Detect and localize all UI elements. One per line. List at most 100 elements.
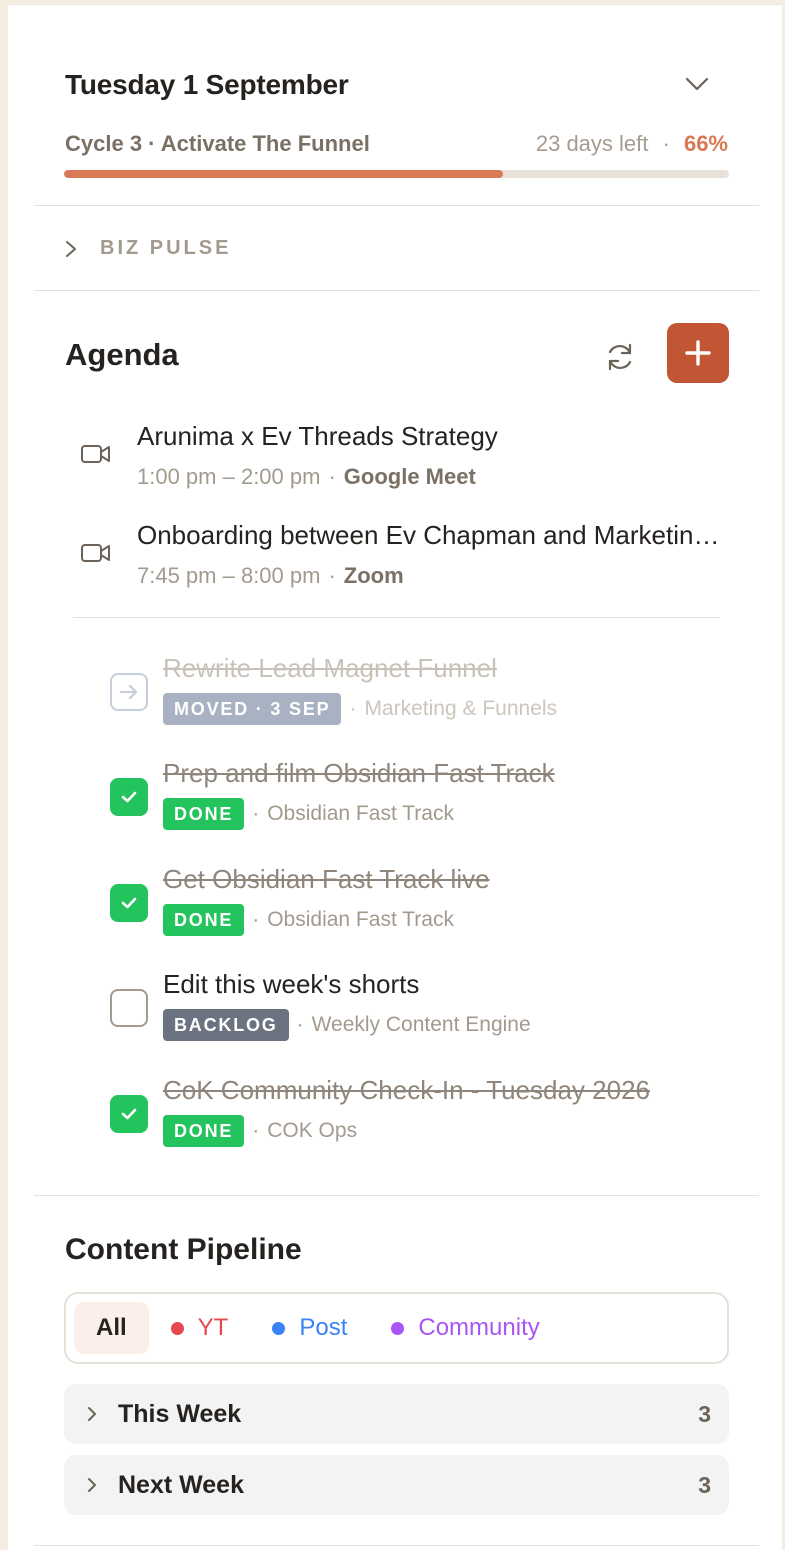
cycle-percent: 66% <box>683 131 728 156</box>
agenda-event[interactable]: Arunima x Ev Threads Strategy 1:00 pm – … <box>80 421 730 501</box>
event-time: 7:45 pm – 8:00 pm <box>137 563 321 588</box>
task-project: · Obsidian Fast Track <box>252 802 454 826</box>
chevron-down-icon <box>685 77 709 91</box>
task-item: Get Obsidian Fast Track live DONE · Obsid… <box>110 864 730 944</box>
separator: · <box>328 563 336 588</box>
project-name: Obsidian Fast Track <box>267 802 454 825</box>
divider <box>73 617 720 618</box>
separator: · <box>252 1119 260 1142</box>
separator: · <box>296 1013 304 1036</box>
divider <box>34 290 759 291</box>
status-badge: BACKLOG <box>163 1009 289 1041</box>
event-time: 1:00 pm – 2:00 pm <box>137 464 321 489</box>
sync-button[interactable] <box>598 335 642 379</box>
daily-panel: Tuesday 1 September Cycle 3 · Activate T… <box>8 4 782 1550</box>
separator: · <box>328 464 336 489</box>
task-project: · COK Ops <box>252 1119 357 1143</box>
filter-post[interactable]: Post <box>250 1302 369 1354</box>
group-count: 3 <box>698 1471 711 1498</box>
task-checkbox[interactable] <box>110 1095 148 1133</box>
filter-yt[interactable]: YT <box>149 1302 251 1354</box>
checkmark-icon <box>121 897 137 909</box>
task-checkbox[interactable] <box>110 884 148 922</box>
task-project: · Weekly Content Engine <box>297 1013 531 1037</box>
chevron-right-icon <box>66 240 76 257</box>
event-title: Onboarding between Ev Chapman and Market… <box>137 520 727 550</box>
filter-label: Post <box>299 1314 348 1341</box>
task-checkbox[interactable] <box>110 778 148 816</box>
task-item: Edit this week's shorts BACKLOG · Weekly … <box>110 969 730 1049</box>
biz-pulse-toggle[interactable]: BIZ PULSE <box>64 237 231 260</box>
task-project: · Obsidian Fast Track <box>252 908 454 932</box>
arrow-right-icon <box>119 684 138 700</box>
filter-all[interactable]: All <box>74 1302 149 1354</box>
project-name: Obsidian Fast Track <box>267 908 454 931</box>
event-location[interactable]: Zoom <box>344 563 404 588</box>
task-meta: DONE · Obsidian Fast Track <box>163 798 454 830</box>
project-name: Marketing & Funnels <box>364 697 558 720</box>
cycle-progress-fill <box>64 170 503 178</box>
group-this-week[interactable]: This Week 3 <box>64 1384 729 1444</box>
group-label: Next Week <box>118 1470 244 1499</box>
task-item: CoK Community Check-In - Tuesday 2026 DO… <box>110 1075 730 1155</box>
task-checkbox[interactable] <box>110 989 148 1027</box>
yt-dot-icon <box>170 1321 184 1335</box>
chevron-right-icon <box>86 1405 98 1423</box>
collapse-button[interactable] <box>680 67 714 101</box>
task-item: Prep and film Obsidian Fast Track DONE ·… <box>110 758 730 838</box>
task-title[interactable]: Get Obsidian Fast Track live <box>163 864 490 895</box>
task-item: Rewrite Lead Magnet Funnel MOVED · 3 SEP… <box>110 653 730 733</box>
task-meta: DONE · Obsidian Fast Track <box>163 904 454 936</box>
filter-label: All <box>96 1314 127 1341</box>
task-meta: BACKLOG · Weekly Content Engine <box>163 1009 531 1041</box>
video-camera-icon <box>81 544 110 562</box>
event-meta: 1:00 pm – 2:00 pm · Google Meet <box>137 464 476 490</box>
status-badge: DONE <box>163 1115 245 1147</box>
task-title[interactable]: Edit this week's shorts <box>163 969 419 1000</box>
agenda-event[interactable]: Onboarding between Ev Chapman and Market… <box>80 520 730 600</box>
page-title: Tuesday 1 September <box>65 69 349 100</box>
group-next-week[interactable]: Next Week 3 <box>64 1455 729 1515</box>
cycle-label: Cycle 3 · Activate The Funnel <box>65 131 370 156</box>
checkmark-icon <box>121 791 137 803</box>
status-badge: DONE <box>163 904 245 936</box>
refresh-icon <box>608 343 632 371</box>
separator: · <box>662 131 670 156</box>
task-moved-indicator[interactable] <box>110 673 148 711</box>
video-camera-icon <box>81 445 110 463</box>
filter-label: YT <box>197 1314 229 1341</box>
divider <box>34 1195 759 1196</box>
chevron-right-icon <box>86 1476 98 1494</box>
cycle-status: 23 days left · 66% <box>536 131 728 157</box>
divider <box>34 205 759 206</box>
task-title[interactable]: Prep and film Obsidian Fast Track <box>163 758 555 789</box>
project-name: Weekly Content Engine <box>311 1013 531 1036</box>
post-dot-icon <box>272 1321 286 1335</box>
divider <box>34 1545 759 1546</box>
task-project: · Marketing & Funnels <box>349 697 557 721</box>
cycle-progress-bar <box>64 170 729 178</box>
checkmark-icon <box>121 1108 137 1120</box>
group-label: This Week <box>118 1399 242 1428</box>
project-name: COK Ops <box>267 1119 358 1142</box>
separator: · <box>252 802 260 825</box>
status-badge: DONE <box>163 798 245 830</box>
task-meta: DONE · COK Ops <box>163 1115 357 1147</box>
task-title[interactable]: Rewrite Lead Magnet Funnel <box>163 653 497 684</box>
pipeline-filter-bar: All YT Post Community <box>64 1292 729 1364</box>
agenda-title: Agenda <box>65 337 179 372</box>
event-meta: 7:45 pm – 8:00 pm · Zoom <box>137 563 404 589</box>
group-count: 3 <box>698 1400 711 1427</box>
filter-label: Community <box>418 1314 540 1341</box>
days-left: 23 days left <box>535 131 649 156</box>
add-button[interactable] <box>667 323 729 383</box>
status-badge: MOVED · 3 SEP <box>163 693 342 725</box>
task-title[interactable]: CoK Community Check-In - Tuesday 2026 <box>163 1075 650 1106</box>
plus-icon <box>685 340 711 366</box>
content-pipeline-title: Content Pipeline <box>65 1233 302 1266</box>
biz-pulse-label: BIZ PULSE <box>100 237 232 259</box>
community-dot-icon <box>391 1321 405 1335</box>
filter-community[interactable]: Community <box>369 1302 561 1354</box>
task-meta: MOVED · 3 SEP · Marketing & Funnels <box>163 693 557 725</box>
event-location[interactable]: Google Meet <box>344 464 476 489</box>
